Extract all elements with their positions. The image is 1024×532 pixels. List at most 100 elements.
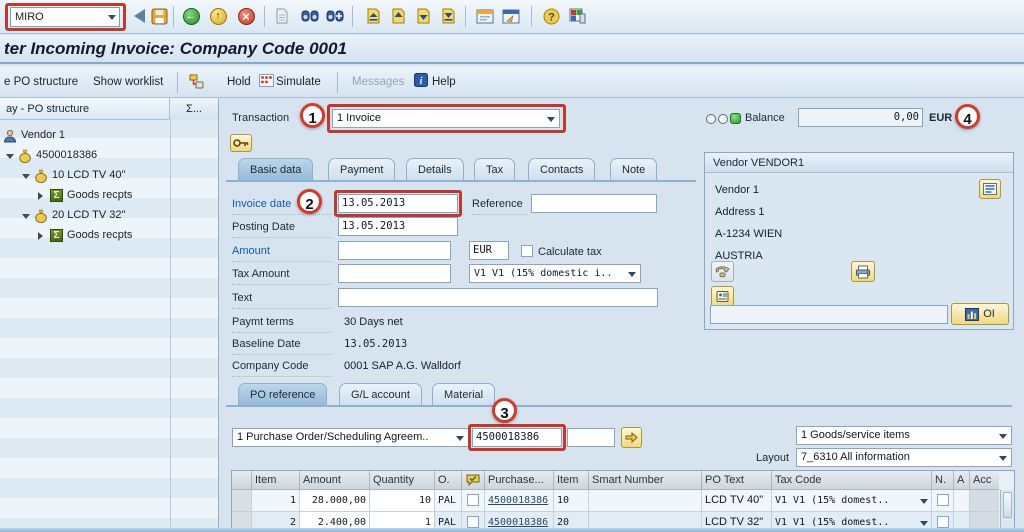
open-items-button[interactable]: OI bbox=[951, 303, 1009, 325]
invoice-date-field[interactable]: 13.05.2013 bbox=[338, 194, 458, 213]
first-page-button[interactable] bbox=[362, 6, 382, 26]
n-cell[interactable] bbox=[932, 490, 954, 512]
save-button[interactable] bbox=[149, 6, 169, 26]
customize-layout-button[interactable] bbox=[567, 6, 587, 26]
collapse-icon[interactable] bbox=[22, 214, 30, 219]
exit-button[interactable] bbox=[208, 6, 228, 26]
po-structure-totals-column-button[interactable]: Σ... bbox=[169, 98, 218, 120]
text-field[interactable] bbox=[338, 288, 658, 307]
worklist-structure-button[interactable] bbox=[186, 71, 206, 91]
cancel-button[interactable] bbox=[236, 6, 256, 26]
previous-page-button[interactable] bbox=[387, 6, 407, 26]
expand-icon[interactable] bbox=[38, 232, 43, 240]
tab-po-reference[interactable]: PO reference bbox=[238, 383, 328, 405]
vendor-phone-button[interactable] bbox=[711, 261, 734, 282]
n-checkbox[interactable] bbox=[936, 516, 949, 528]
note-cell[interactable] bbox=[462, 490, 485, 512]
last-page-button[interactable] bbox=[437, 6, 457, 26]
simulate-button[interactable]: Simulate bbox=[276, 73, 321, 91]
po-text-column-header[interactable]: PO Text bbox=[702, 471, 772, 490]
purchase-order-link[interactable]: 4500018386 bbox=[488, 517, 548, 528]
find-button[interactable] bbox=[300, 6, 320, 26]
purchase-order-link[interactable]: 4500018386 bbox=[488, 495, 548, 506]
n-column-header[interactable]: N. bbox=[932, 471, 954, 490]
po-item-field[interactable] bbox=[567, 428, 615, 447]
create-shortcut-button[interactable] bbox=[501, 6, 521, 26]
find-next-button[interactable] bbox=[325, 6, 345, 26]
transaction-dropdown[interactable]: 1 Invoice bbox=[332, 109, 560, 128]
tree-item-goods-receipts[interactable]: Goods recpts bbox=[0, 186, 218, 206]
collapse-icon[interactable] bbox=[22, 174, 30, 179]
collapse-icon[interactable] bbox=[6, 154, 14, 159]
tab-contacts[interactable]: Contacts bbox=[528, 158, 596, 180]
scrollbar-thumb[interactable] bbox=[1003, 492, 1012, 518]
expand-icon[interactable] bbox=[38, 192, 43, 200]
tree-item-po[interactable]: 4500018386 bbox=[0, 146, 218, 166]
row-selector[interactable] bbox=[232, 490, 252, 512]
simulate-button-icon-wrap[interactable] bbox=[258, 72, 274, 88]
vendor-address-button[interactable] bbox=[711, 286, 734, 307]
enter-button[interactable] bbox=[129, 6, 149, 26]
acc-column-header[interactable]: Acc bbox=[970, 471, 999, 490]
new-session-button[interactable] bbox=[475, 6, 495, 26]
tab-note[interactable]: Note bbox=[610, 158, 658, 180]
note-column-header[interactable] bbox=[462, 471, 485, 490]
posting-date-field[interactable]: 13.05.2013 bbox=[338, 217, 458, 236]
layout-dropdown[interactable]: 7_6310 All information bbox=[796, 448, 1012, 467]
tree-item-vendor[interactable]: Vendor 1 bbox=[0, 126, 218, 146]
tax-code-column-header[interactable]: Tax Code bbox=[772, 471, 932, 490]
tab-details[interactable]: Details bbox=[406, 158, 464, 180]
vendor-extra-field[interactable] bbox=[710, 305, 948, 324]
header-data-toggle-button[interactable] bbox=[230, 134, 252, 152]
tab-gl-account[interactable]: G/L account bbox=[339, 383, 422, 405]
show-worklist-button[interactable]: Show worklist bbox=[93, 73, 163, 91]
help-app-button[interactable]: Help bbox=[432, 73, 456, 91]
adopt-button[interactable] bbox=[621, 427, 642, 448]
hold-button[interactable]: Hold bbox=[227, 73, 251, 91]
back-button[interactable] bbox=[181, 6, 201, 26]
po-number-field[interactable]: 4500018386 bbox=[472, 428, 562, 447]
tab-basic-data[interactable]: Basic data bbox=[238, 158, 314, 180]
vendor-master-detail-button[interactable] bbox=[979, 179, 1001, 199]
print-button[interactable] bbox=[272, 6, 292, 26]
command-dropdown-icon[interactable] bbox=[108, 15, 116, 20]
smart-number-column-header[interactable]: Smart Number bbox=[589, 471, 702, 490]
amount-field[interactable] bbox=[338, 241, 451, 260]
item2-column-header[interactable]: Item bbox=[554, 471, 589, 490]
note-checkbox[interactable] bbox=[467, 516, 479, 528]
amount-cell[interactable]: 28.000,00 bbox=[300, 490, 370, 512]
quantity-column-header[interactable]: Quantity bbox=[370, 471, 435, 490]
command-field[interactable]: MIRO bbox=[10, 7, 120, 27]
purchase-order-cell[interactable]: 4500018386 bbox=[485, 490, 554, 512]
tree-item-po-item-20[interactable]: 20 LCD TV 32" bbox=[0, 206, 218, 226]
po-structure-toggle-button[interactable]: e PO structure bbox=[4, 73, 78, 91]
quantity-cell[interactable]: 10 bbox=[370, 490, 435, 512]
vendor-print-button[interactable] bbox=[851, 261, 875, 282]
item-filter-dropdown[interactable]: 1 Goods/service items bbox=[796, 426, 1012, 445]
next-page-button[interactable] bbox=[412, 6, 432, 26]
a-column-header[interactable]: A bbox=[954, 471, 970, 490]
n-checkbox[interactable] bbox=[936, 494, 949, 506]
purchase-column-header[interactable]: Purchase... bbox=[485, 471, 554, 490]
acc-cell[interactable] bbox=[970, 490, 999, 512]
note-checkbox[interactable] bbox=[467, 494, 479, 506]
tree-item-label: 4500018386 bbox=[36, 149, 98, 161]
calculate-tax-checkbox[interactable] bbox=[521, 245, 533, 257]
tree-item-goods-receipts[interactable]: Goods recpts bbox=[0, 226, 218, 246]
reference-doc-category-dropdown[interactable]: 1 Purchase Order/Scheduling Agreem.. bbox=[232, 428, 469, 447]
messages-button[interactable]: Messages bbox=[352, 73, 404, 91]
order-unit-column-header[interactable]: O. bbox=[435, 471, 462, 490]
tab-payment[interactable]: Payment bbox=[328, 158, 396, 180]
tab-material[interactable]: Material bbox=[432, 383, 496, 405]
reference-field[interactable] bbox=[531, 194, 657, 213]
amount-column-header[interactable]: Amount bbox=[300, 471, 370, 490]
tree-item-po-item-10[interactable]: 10 LCD TV 40" bbox=[0, 166, 218, 186]
tax-amount-field[interactable] bbox=[338, 264, 451, 283]
table-vertical-scrollbar[interactable] bbox=[1000, 490, 1014, 532]
help-button[interactable]: ? bbox=[541, 6, 561, 26]
tab-tax[interactable]: Tax bbox=[474, 158, 516, 180]
item-column-header[interactable]: Item bbox=[252, 471, 300, 490]
tax-code-dropdown[interactable]: V1 V1 (15% domestic i.. bbox=[469, 264, 641, 283]
tax-code-cell-dropdown[interactable]: V1 V1 (15% domest.. bbox=[772, 490, 932, 512]
currency-field[interactable]: EUR bbox=[469, 241, 509, 260]
